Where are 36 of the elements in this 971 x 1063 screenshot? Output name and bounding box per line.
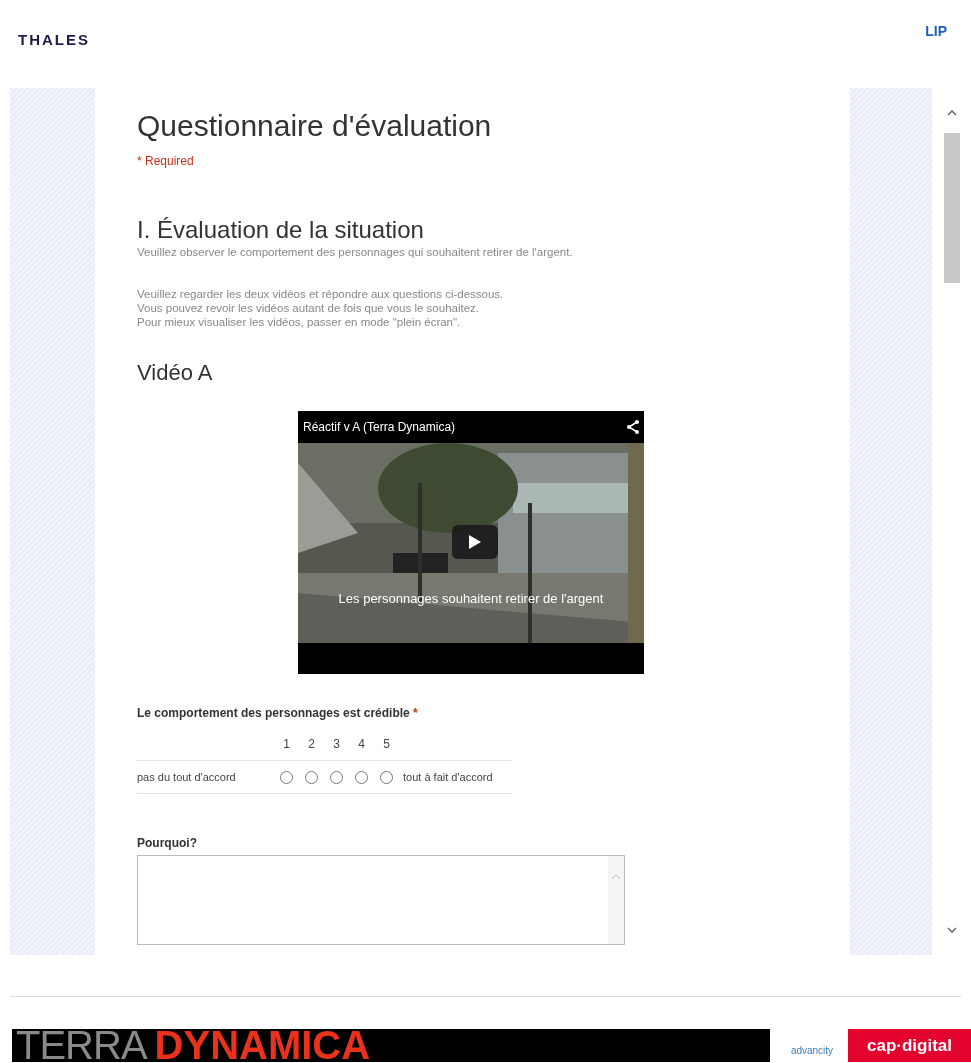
question-label: Le comportement des personnages est crédible * [137, 705, 419, 723]
scale-number: 4 [357, 736, 366, 754]
scroll-down-icon[interactable] [946, 927, 957, 933]
scroll-up-icon[interactable] [946, 110, 957, 116]
radio-button[interactable] [330, 770, 343, 784]
form-title: Questionnaire d'évaluation [137, 108, 493, 144]
scrollbar-thumb[interactable] [943, 133, 960, 283]
section-title: I. Évaluation de la situation [137, 216, 425, 244]
logo: LIP [925, 24, 947, 38]
scale-number: 5 [382, 736, 391, 754]
play-icon [469, 535, 481, 550]
partner-logo: advancity [789, 1044, 835, 1058]
logo: THALES [18, 32, 90, 47]
video-caption: Les personnages souhaitent retirer de l'argent [337, 590, 605, 609]
partner-logo: cap·digital [848, 1029, 971, 1062]
scale-number: 1 [282, 736, 291, 754]
radio-button[interactable] [380, 770, 393, 784]
required-note: * Required [137, 153, 195, 170]
play-button[interactable] [452, 525, 498, 560]
scale-high-label: tout à fait d'accord [403, 770, 493, 785]
radio-button[interactable] [305, 770, 318, 784]
video-title: Réactif v A (Terra Dynamica) [303, 419, 456, 437]
scale-number: 3 [332, 736, 341, 754]
instruction-text: Veuillez regarder les deux vidéos et répondre aux questions ci-dessous. [137, 287, 505, 302]
instruction-text: Pour mieux visualiser les vidéos, passer en mode "plein écran". [137, 315, 462, 330]
section-description: Veuillez observer le comportement des personnages qui souhaitent retirer de l'argent. [137, 245, 574, 260]
question-label: Pourquoi? [137, 835, 198, 853]
share-icon[interactable] [627, 420, 639, 435]
video-heading: Vidéo A [137, 359, 214, 388]
instruction-text: Vous pouvez revoir les vidéos autant de fois que vous le souhaitez. [137, 301, 481, 316]
radio-button[interactable] [355, 770, 368, 784]
scale-low-label: pas du tout d'accord [137, 770, 237, 785]
radio-button[interactable] [280, 770, 293, 784]
scale-number: 2 [307, 736, 316, 754]
terra-dynamica-banner: TERRA DYNAMICA [12, 1029, 770, 1062]
video-player[interactable]: Réactif v A (Terra Dynamica) Les personnages souhaitent retirer de l'argent [298, 411, 644, 675]
